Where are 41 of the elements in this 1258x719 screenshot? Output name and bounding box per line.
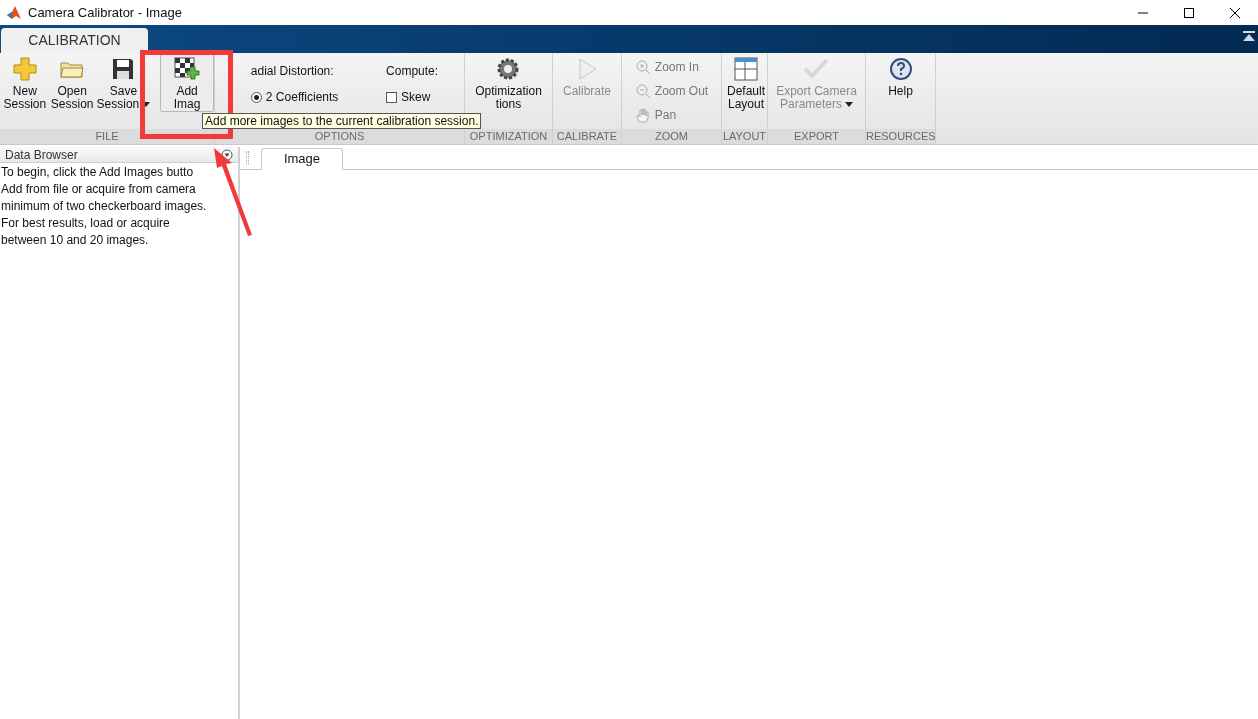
panel-title: Data Browser <box>5 146 78 164</box>
layout-icon <box>734 57 758 81</box>
checkbox-option[interactable]: Skew <box>386 88 439 106</box>
plus-icon <box>12 57 37 81</box>
app-logo-icon <box>6 4 22 21</box>
ribbon-button[interactable]: Help <box>885 54 916 112</box>
group-label: FILE <box>0 129 214 144</box>
close-icon <box>1230 7 1240 18</box>
maximize-icon <box>1184 7 1194 18</box>
checkmark-icon <box>803 57 830 81</box>
hand-icon <box>634 107 651 123</box>
radio-option[interactable]: 2 Coefficients <box>250 88 339 106</box>
ribbon-tab[interactable]: CALIBRATION <box>1 28 148 53</box>
zoom-out-icon <box>634 83 651 99</box>
ribbon-button[interactable]: Save Session <box>95 54 152 112</box>
group-label: OPTIONS <box>215 129 464 144</box>
zoom-in-icon <box>634 59 651 75</box>
save-icon <box>111 57 136 81</box>
group-heading: Compute: <box>386 63 439 80</box>
collapse-ribbon-icon[interactable] <box>1243 31 1255 42</box>
group-label: ZOOM <box>622 129 721 144</box>
ribbon-button[interactable]: New Session <box>0 54 50 112</box>
minimize-icon <box>1138 11 1148 14</box>
ribbon-button[interactable]: Default Layout <box>724 54 769 112</box>
group-label: OPTIMIZATION <box>465 129 552 144</box>
drag-handle-icon[interactable] <box>246 151 249 165</box>
group-label: CALIBRATE <box>553 129 621 144</box>
help-icon <box>888 57 913 81</box>
checkerboard-add-icon <box>174 57 201 81</box>
ribbon-button[interactable]: Optimization tions <box>472 54 545 112</box>
group-label: RESOURCES <box>866 129 935 144</box>
window-title: Camera Calibrator - Image <box>28 3 182 22</box>
tooltip: Add more images to the current calibration session. <box>202 113 482 129</box>
group-heading: adial Distortion: <box>250 63 335 80</box>
document-tab[interactable]: Image <box>261 148 343 170</box>
gear-icon <box>496 57 521 81</box>
group-label: LAYOUT <box>722 129 767 144</box>
group-label: EXPORT <box>768 129 865 144</box>
ribbon-button[interactable]: Add Imag <box>160 54 214 112</box>
ribbon-button[interactable]: Open Session <box>49 54 95 112</box>
instructions-text: To begin, click the Add Images butto Add from file or acquire from camera minimum of two checkerboard images. For best results, load or acquire between 10 and 20 images. <box>0 164 207 249</box>
